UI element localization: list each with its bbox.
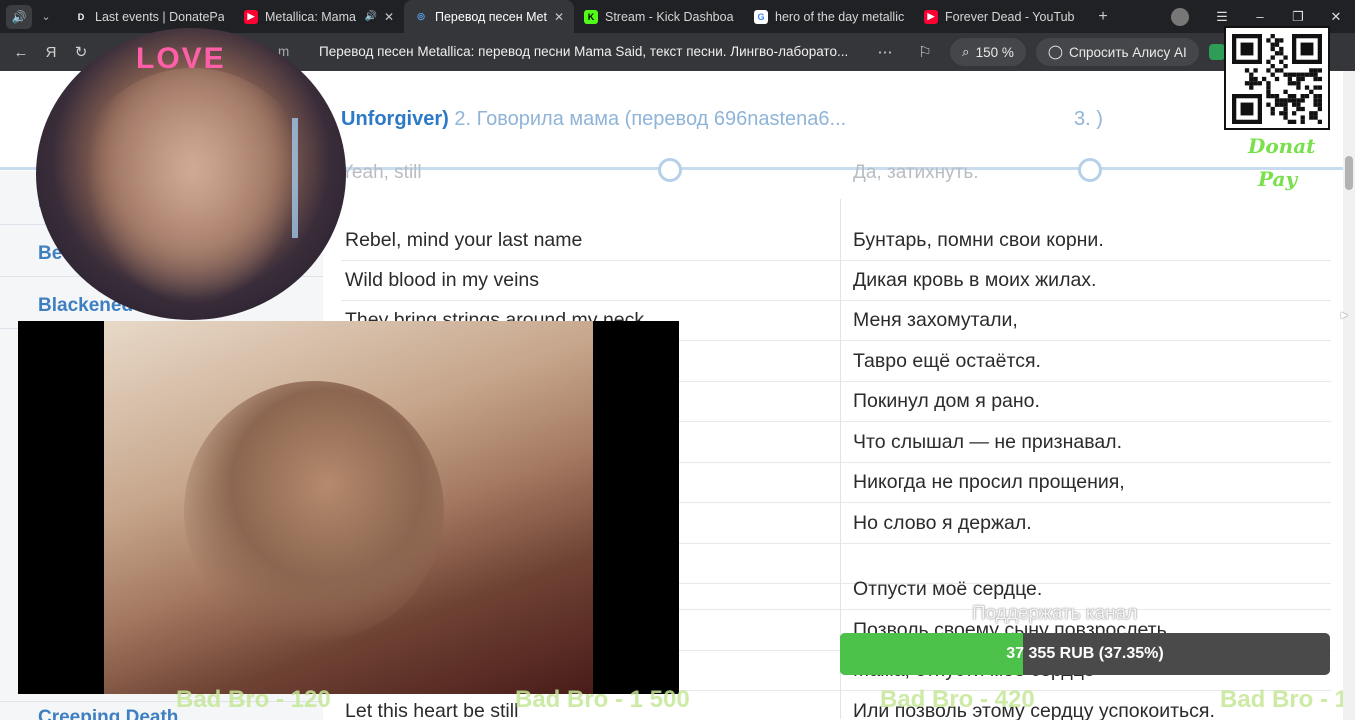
song-nav-knob[interactable] [1078, 158, 1102, 182]
lyric-line-en: Wild blood in my veins [345, 269, 539, 291]
support-channel-label: Поддержать канал [972, 603, 1138, 624]
tab-list: D Last events | DonatePay ▶ Metallica: Mama… [64, 0, 1084, 33]
close-tab-icon[interactable]: ✕ [384, 10, 394, 24]
tab-title: Stream - Kick Dashboard [605, 9, 734, 24]
song-nav-header: Unforgiver) 2. Говорила мама (перевод 69… [341, 108, 846, 131]
zoom-icon: ⌕ [962, 44, 970, 59]
sidebar-item-creeping-death[interactable]: Creeping Death [38, 707, 178, 720]
lyric-line-en: Let this heart be still [345, 700, 519, 720]
next-song-link[interactable]: 2. Говорила мама (перевод 696nastena6... [454, 108, 846, 130]
tab-favicon-icon: D [74, 9, 88, 24]
lyric-line-ru: Что слышал — не признавал. [853, 431, 1122, 453]
donation-qr-code [1224, 26, 1330, 130]
more-icon[interactable]: ⋯ [870, 43, 900, 61]
tab-title: Перевод песен Metallica [435, 9, 547, 24]
lyric-line-ru: Отпусти моё сердце. [853, 578, 1043, 600]
mouse-cursor-icon: ▸ [1341, 306, 1349, 322]
browser-tab[interactable]: ◎ Перевод песен Metallica ✕ [404, 0, 574, 33]
protect-shield-icon[interactable] [1208, 44, 1225, 60]
menu-icon[interactable]: ☰ [1203, 9, 1241, 25]
tab-title: Forever Dead - YouTube [945, 9, 1074, 24]
tab-favicon-icon: ◎ [417, 11, 425, 21]
lyric-row-divider [341, 260, 1331, 261]
ask-alice-label: Спросить Алису AI [1068, 44, 1187, 60]
lyric-line-ru: Но слово я держал. [853, 512, 1032, 534]
chevron-down-icon[interactable]: ⌄ [38, 10, 54, 23]
video-subject [184, 381, 444, 641]
address-page-title[interactable]: Перевод песен Metallica: перевод песни M… [319, 44, 848, 59]
lyric-line-ru: Бунтарь, помни свои корни. [853, 229, 1104, 251]
zoom-level: 150 % [975, 44, 1014, 60]
browser-tab[interactable]: Ghero of the day metallica [744, 0, 914, 33]
lyric-line-en: Rebel, mind your last name [345, 229, 583, 251]
third-song-link[interactable]: 3. ) [1074, 108, 1103, 131]
donation-ticker-item: Bad Bro - 1 500 [515, 686, 690, 713]
alice-icon: ◯ [1047, 44, 1063, 59]
page-scrollbar[interactable] [1343, 71, 1355, 720]
lyric-line-ru: Тавро ещё остаётся. [853, 350, 1041, 372]
streamer-webcam: LOVE [36, 28, 346, 320]
toolbar-right: ⋯ ⚐ ⌕ 150 % ◯ Спросить Алису AI [870, 38, 1225, 66]
minimize-button[interactable]: – [1241, 9, 1279, 24]
browser-tab[interactable]: ▶ Forever Dead - YouTube [914, 0, 1084, 33]
tab-strip-left: 🔊 ⌄ [0, 0, 54, 33]
lyric-line-en-faded: Yeah, still [341, 162, 422, 183]
lyric-line-ru: Покинул дом я рано. [853, 390, 1040, 412]
tab-title: Last events | DonatePay [95, 9, 224, 24]
tab-favicon-icon: G [754, 9, 768, 24]
maximize-button[interactable]: ❐ [1279, 9, 1317, 25]
lyric-line-ru: Меня захомутали, [853, 309, 1018, 331]
lyric-line-ru: Дикая кровь в моих жилах. [853, 269, 1097, 291]
screen: 🔊 ⌄ D Last events | DonatePay ▶ Metallica: … [0, 0, 1355, 720]
tab-favicon-icon: ▶ [244, 9, 258, 24]
tab-favicon-icon: K [584, 9, 598, 24]
donatpay-logo-pay: Pay [1258, 167, 1298, 191]
donation-goal-bar: 37 355 RUB (37.35%) [840, 633, 1330, 675]
tab-favicon-icon: ▶ [924, 9, 938, 24]
tab-title: Metallica: Mama Said [265, 9, 357, 24]
browser-tab[interactable]: ▶ Metallica: Mama Said 🔊 ✕ [234, 0, 404, 33]
webcam-light-bar [292, 118, 298, 238]
tab-title: hero of the day metallica [775, 9, 904, 24]
song-nav-knob[interactable] [658, 158, 682, 182]
back-icon[interactable]: ← [6, 44, 36, 61]
ask-alice-button[interactable]: ◯ Спросить Алису AI [1035, 38, 1199, 66]
donatpay-logo-donat: Donat [1248, 134, 1316, 158]
donation-ticker-item: Bad Bro - 120 [176, 686, 331, 713]
lyric-line-ru: Никогда не просил прощения, [853, 471, 1125, 493]
reload-icon[interactable]: ↻ [66, 43, 96, 61]
bookmark-icon[interactable]: ⚐ [910, 43, 940, 61]
yandex-icon[interactable]: Я [36, 44, 66, 61]
music-video-player[interactable] [18, 321, 679, 694]
current-song-link[interactable]: Unforgiver) [341, 108, 449, 130]
donation-ticker-item: Bad Bro - 1 [1220, 686, 1349, 713]
webcam-neon-sign: LOVE [136, 42, 226, 75]
video-frame [104, 321, 593, 694]
speaker-icon[interactable]: 🔊 [6, 4, 32, 29]
lyric-line-ru-faded: Да, затихнуть. [853, 162, 979, 183]
tab-audio-icon[interactable]: 🔊 [364, 11, 376, 22]
profile-avatar[interactable] [1171, 7, 1189, 26]
qr-code-pattern [1232, 34, 1322, 124]
close-tab-icon[interactable]: ✕ [554, 10, 564, 24]
browser-tab[interactable]: K Stream - Kick Dashboard [574, 0, 744, 33]
donation-ticker-item: Bad Bro - 420 [880, 686, 1035, 713]
zoom-button[interactable]: ⌕ 150 % [950, 38, 1026, 66]
new-tab-button[interactable]: + [1092, 6, 1114, 28]
donation-goal-text: 37 355 RUB (37.35%) [1006, 645, 1164, 662]
lyric-row-divider [341, 300, 1331, 301]
scrollbar-thumb[interactable] [1345, 156, 1353, 190]
webcam-subject [68, 68, 318, 320]
close-window-button[interactable]: ✕ [1317, 9, 1355, 25]
